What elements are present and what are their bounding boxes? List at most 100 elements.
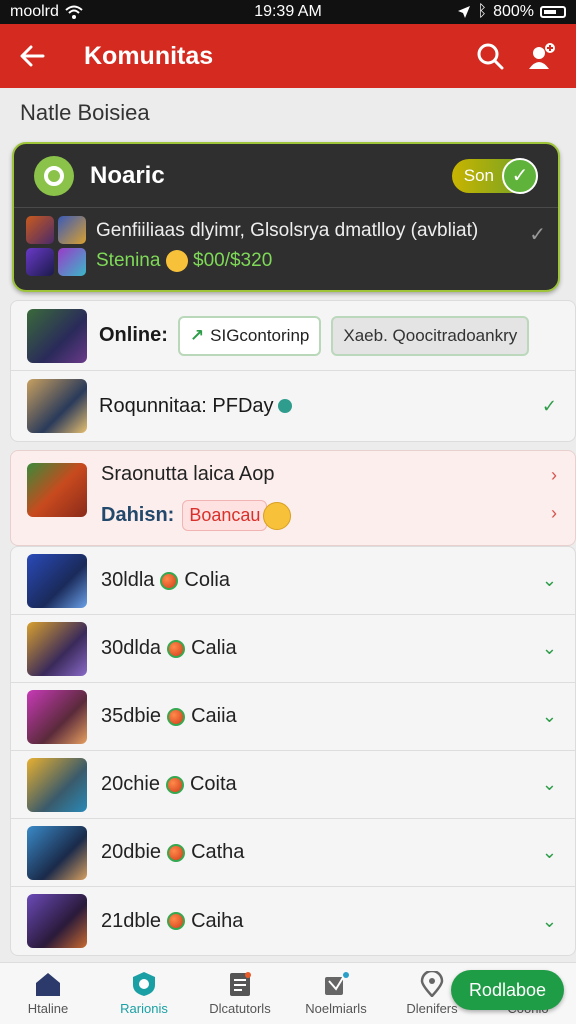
nav-label: Dlenifers	[406, 1001, 458, 1016]
list-item-stat: 20chie Coita	[101, 773, 237, 796]
back-button[interactable]	[0, 24, 64, 88]
location-icon	[420, 971, 444, 997]
chevron-down-icon[interactable]: ⌄	[542, 842, 557, 863]
smile-emoji-icon	[165, 250, 188, 273]
game-thumb-grid	[26, 216, 86, 277]
chevron-right-icon[interactable]: ›	[551, 465, 557, 486]
add-user-icon[interactable]	[526, 41, 556, 71]
status-dot-icon	[160, 571, 179, 590]
featured-name: Noaric	[90, 161, 165, 189]
community-logo-icon	[34, 155, 74, 196]
member-count: 30ldla	[101, 569, 155, 591]
action-button-primary[interactable]: ↗ SIGcontorinp	[177, 315, 322, 356]
document-icon	[230, 972, 251, 996]
battery-icon	[540, 6, 566, 18]
action-button-secondary-label: Xaeb. Qoocitradoankry	[343, 325, 518, 345]
list-item[interactable]: 20chie Coita ⌄	[11, 751, 575, 819]
game-thumb	[27, 825, 87, 880]
chevron-down-icon[interactable]: ⌄	[542, 570, 557, 591]
game-thumb	[27, 308, 87, 363]
list-item-label: Colia	[184, 569, 230, 591]
community-name: Roqunnitaa: PFDay	[99, 394, 274, 417]
shield-icon	[133, 972, 155, 996]
nav-label: Noelmiarls	[305, 1001, 367, 1016]
list-item-label: Caiia	[191, 705, 237, 727]
join-toggle[interactable]: Son ✓	[451, 157, 538, 194]
highlight-card[interactable]: Sraonutta laica Aop Dahisn: Boancau › ›	[10, 450, 576, 546]
join-toggle-label: Son	[463, 165, 494, 185]
list-item-stat: 30ldla Colia	[101, 569, 230, 592]
highlight-line2-label: Dahisn:	[101, 504, 175, 526]
featured-stat-line: Stenina $00/$320	[96, 246, 529, 276]
featured-body: Genfiiliaas dlyimr, Glsolsrya dmatlloy (…	[14, 208, 558, 285]
highlight-text: Sraonutta laica Aop Dahisn: Boancau	[101, 463, 292, 531]
chevron-down-icon[interactable]: ⌄	[542, 706, 557, 727]
app-bar: Komunitas	[0, 24, 576, 88]
member-count: 20dbie	[101, 841, 162, 863]
chevron-down-icon[interactable]: ✓	[529, 216, 546, 277]
nav-item-noelmiarls[interactable]: Noelmiarls	[288, 963, 384, 1024]
status-tag: Boancau	[182, 500, 268, 531]
back-arrow-icon	[20, 45, 45, 67]
check-icon: ✓	[541, 395, 557, 416]
list-item[interactable]: 21dble Caiha ⌄	[11, 887, 575, 955]
search-icon[interactable]	[476, 42, 504, 70]
game-thumb	[27, 379, 87, 433]
list-item-label: Catha	[191, 841, 245, 863]
featured-stat-label: Stenina	[96, 250, 161, 272]
floating-action-button[interactable]: Rodlaboe	[450, 970, 564, 1010]
appbar-actions	[476, 41, 576, 71]
chevron-down-icon[interactable]: ⌄	[542, 911, 557, 932]
game-thumb	[27, 553, 87, 608]
member-count: 30dlda	[101, 637, 162, 659]
list-item[interactable]: 20dbie Catha ⌄	[11, 819, 575, 887]
game-thumb	[27, 894, 87, 948]
status-dot-icon	[167, 912, 186, 930]
game-thumb	[27, 621, 87, 676]
chevron-down-icon[interactable]: ⌄	[542, 638, 557, 659]
highlight-line1: Sraonutta laica Aop	[101, 463, 275, 485]
highlight-line2: Dahisn: Boancau	[101, 500, 292, 531]
nav-item-rarionis[interactable]: Rarionis	[96, 963, 192, 1024]
nav-item-dlcatutorls[interactable]: Dlcatutorls	[192, 963, 288, 1024]
featured-desc-text: Genfiiliaas dlyimr, Glsolsrya dmatlloy (…	[96, 220, 479, 241]
nav-label: Htaline	[27, 1001, 69, 1016]
verified-badge-icon	[277, 399, 292, 414]
list-item-label: Roqunnitaa: PFDay	[99, 395, 292, 418]
status-dot-icon	[167, 639, 186, 658]
member-count: 21dble	[101, 909, 162, 932]
page-title: Komunitas	[84, 41, 214, 70]
featured-header: Noaric Son ✓	[14, 144, 558, 208]
game-thumb	[27, 689, 87, 744]
list-item[interactable]: Roqunnitaa: PFDay ✓	[11, 371, 575, 441]
list-item-stat: 21dble Caiha	[101, 910, 243, 933]
chevron-right-icon[interactable]: ›	[551, 503, 557, 524]
list-item[interactable]: 35dbie Caiia ⌄	[11, 683, 575, 751]
list-item[interactable]: 30ldla Colia ⌄	[11, 547, 575, 615]
featured-description: Genfiiliaas dlyimr, Glsolsrya dmatlloy (…	[96, 216, 529, 277]
featured-stat-value: $00/$320	[193, 250, 273, 272]
game-thumb	[58, 216, 86, 244]
featured-card[interactable]: Noaric Son ✓ Genfiiliaas dlyimr, Glsolsr…	[12, 142, 560, 292]
game-thumb	[27, 463, 87, 517]
game-thumb	[58, 248, 86, 277]
arrow-icon: ↗	[189, 325, 205, 345]
clock: 19:39 AM	[254, 3, 322, 20]
community-list: 30ldla Colia ⌄ 30dlda Calia ⌄ 35dbie Caiia …	[10, 546, 576, 956]
game-thumb	[26, 248, 54, 277]
list-item-label: Calia	[191, 637, 237, 659]
nav-item-home[interactable]: Htaline	[0, 963, 96, 1024]
chevron-down-icon[interactable]: ⌄	[542, 774, 557, 795]
action-button-secondary[interactable]: Xaeb. Qoocitradoankry	[331, 315, 530, 356]
nav-label: Rarionis	[120, 1001, 168, 1016]
status-dot-icon	[167, 843, 186, 862]
list-item[interactable]: 30dlda Calia ⌄	[11, 615, 575, 683]
member-count: 20chie	[101, 773, 160, 795]
list-item-label: Caiha	[191, 909, 244, 932]
highlight-row: Sraonutta laica Aop Dahisn: Boancau › ›	[11, 451, 575, 543]
member-count: 35dbie	[101, 705, 162, 727]
list-item-label: Coita	[189, 773, 237, 795]
status-bar: moolrd 19:39 AM ᛒ 800%	[0, 0, 576, 24]
online-card: Online: ↗ SIGcontorinp Xaeb. Qoocitradoan…	[10, 300, 576, 442]
cards-icon	[325, 972, 349, 995]
